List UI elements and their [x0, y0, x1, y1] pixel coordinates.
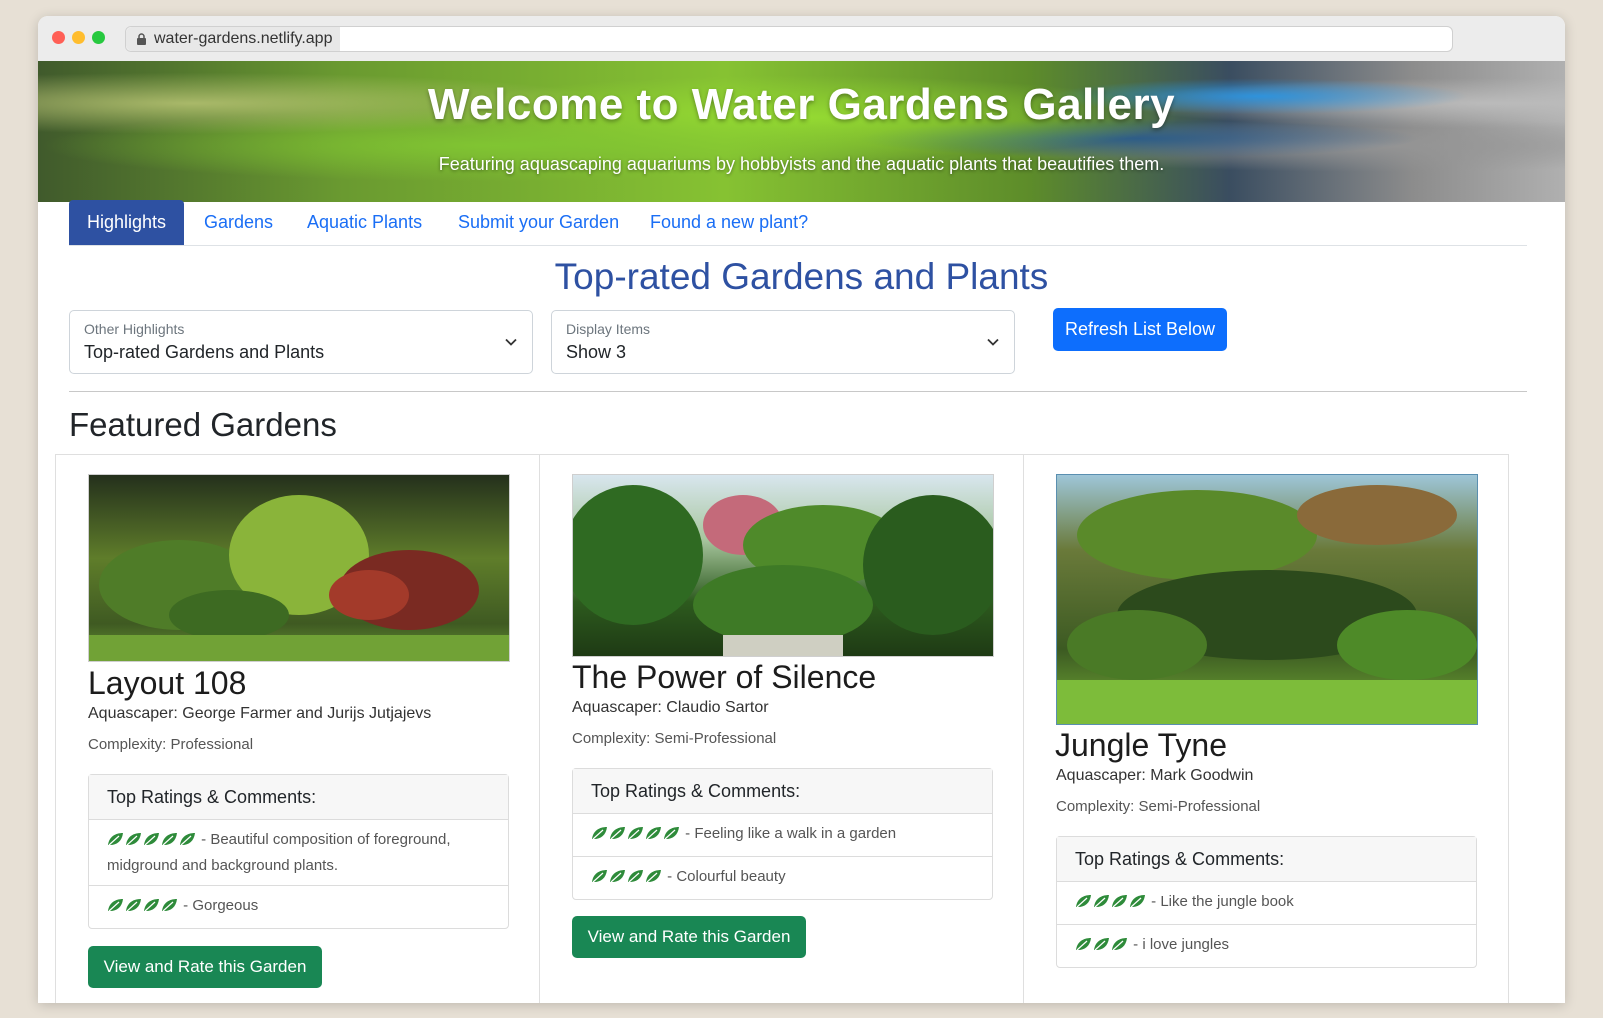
view-rate-garden-button[interactable]: View and Rate this Garden: [572, 916, 806, 958]
hero-banner: Welcome to Water Gardens Gallery Featuri…: [38, 61, 1565, 202]
garden-image[interactable]: [1056, 474, 1478, 725]
leaf-icon: [108, 899, 123, 912]
leaf-icon: [610, 870, 625, 883]
other-highlights-value: Top-rated Gardens and Plants: [84, 342, 325, 362]
leaf-icon: [180, 833, 195, 846]
leaf-rating: [1075, 893, 1147, 916]
leaf-rating: [1075, 936, 1129, 959]
browser-window: water-gardens.netlify.app Welcome to Wat…: [38, 16, 1565, 1003]
garden-complexity: Complexity: Professional: [88, 736, 254, 753]
address-bar[interactable]: water-gardens.netlify.app: [125, 26, 1453, 52]
ratings-panel: Top Ratings & Comments: - Beautiful comp…: [88, 774, 509, 929]
maximize-window-button[interactable]: [92, 31, 105, 44]
garden-title[interactable]: Layout 108: [88, 665, 246, 702]
leaf-rating: [591, 825, 681, 848]
refresh-list-button[interactable]: Refresh List Below: [1053, 308, 1227, 351]
garden-card-power-of-silence: The Power of Silence Aquascaper: Claudio…: [539, 454, 1025, 1003]
other-highlights-select[interactable]: Other Highlights Top-rated Gardens and P…: [69, 310, 533, 374]
leaf-icon: [126, 833, 141, 846]
leaf-icon: [144, 833, 159, 846]
leaf-rating: [107, 897, 179, 920]
minimize-window-button[interactable]: [72, 31, 85, 44]
rating-comment: - Gorgeous: [183, 897, 259, 914]
chevron-down-icon: [505, 338, 517, 346]
garden-title[interactable]: The Power of Silence: [572, 659, 876, 696]
leaf-icon: [162, 899, 177, 912]
chevron-down-icon: [987, 338, 999, 346]
leaf-icon: [1094, 938, 1109, 951]
ratings-header: Top Ratings & Comments:: [1057, 837, 1476, 882]
garden-complexity: Complexity: Semi-Professional: [1056, 798, 1261, 815]
nav-tabs: Highlights Gardens Aquatic Plants Submit…: [69, 200, 1527, 246]
page-title: Top-rated Gardens and Plants: [554, 256, 1049, 297]
rating-item: - Feeling like a walk in a garden: [573, 814, 992, 857]
leaf-icon: [144, 899, 159, 912]
ratings-panel: Top Ratings & Comments: - Like the jungl…: [1056, 836, 1477, 968]
leaf-icon: [664, 827, 679, 840]
rating-item: - i love jungles: [1057, 925, 1476, 967]
leaf-icon: [646, 870, 661, 883]
rating-item: - Colourful beauty: [573, 857, 992, 899]
leaf-rating: [107, 831, 197, 854]
leaf-icon: [162, 833, 177, 846]
rating-comment: - i love jungles: [1133, 936, 1230, 953]
leaf-icon: [592, 870, 607, 883]
display-items-select[interactable]: Display Items Show 3: [551, 310, 1015, 374]
leaf-icon: [592, 827, 607, 840]
leaf-icon: [1094, 895, 1109, 908]
hero-subtitle: Featuring aquascaping aquariums by hobby…: [438, 154, 1165, 174]
rating-comment: - Feeling like a walk in a garden: [685, 825, 897, 842]
leaf-rating: [591, 868, 663, 891]
divider: [69, 391, 1527, 392]
hero-title: Welcome to Water Gardens Gallery: [427, 80, 1176, 129]
tab-highlights[interactable]: Highlights: [69, 200, 185, 245]
close-window-button[interactable]: [52, 31, 65, 44]
leaf-icon: [1112, 895, 1127, 908]
garden-image[interactable]: [88, 474, 510, 662]
display-items-label: Display Items: [566, 321, 651, 337]
tab-submit-garden[interactable]: Submit your Garden: [440, 200, 637, 245]
leaf-icon: [1112, 938, 1127, 951]
rating-item: - Beautiful composition of foreground, m…: [89, 820, 508, 886]
tab-gardens[interactable]: Gardens: [186, 200, 291, 245]
garden-complexity: Complexity: Semi-Professional: [572, 730, 777, 747]
leaf-icon: [610, 827, 625, 840]
display-items-value: Show 3: [566, 342, 627, 362]
lock-icon: [137, 33, 146, 45]
rating-comment: - Like the jungle book: [1151, 893, 1294, 910]
leaf-icon: [1076, 895, 1091, 908]
ratings-header: Top Ratings & Comments:: [573, 769, 992, 814]
garden-image[interactable]: [572, 474, 994, 657]
leaf-icon: [1076, 938, 1091, 951]
rating-item: - Like the jungle book: [1057, 882, 1476, 925]
ratings-header: Top Ratings & Comments:: [89, 775, 508, 820]
garden-card-jungle-tyne: Jungle Tyne Aquascaper: Mark Goodwin Com…: [1023, 454, 1509, 1003]
leaf-icon: [126, 899, 141, 912]
featured-gardens-heading: Featured Gardens: [69, 406, 337, 443]
leaf-icon: [628, 827, 643, 840]
garden-aquascaper: Aquascaper: Mark Goodwin: [1056, 767, 1254, 784]
garden-title[interactable]: Jungle Tyne: [1055, 727, 1227, 764]
view-rate-garden-button[interactable]: View and Rate this Garden: [88, 946, 322, 988]
tab-aquatic-plants[interactable]: Aquatic Plants: [289, 200, 440, 245]
tab-found-new-plant[interactable]: Found a new plant?: [632, 200, 826, 245]
leaf-icon: [646, 827, 661, 840]
browser-chrome: water-gardens.netlify.app: [38, 16, 1565, 62]
leaf-icon: [628, 870, 643, 883]
url-text: water-gardens.netlify.app: [154, 30, 333, 47]
garden-aquascaper: Aquascaper: Claudio Sartor: [572, 699, 769, 716]
url-display[interactable]: water-gardens.netlify.app: [126, 27, 341, 51]
rating-item: - Gorgeous: [89, 886, 508, 928]
garden-card-layout-108: Layout 108 Aquascaper: George Farmer and…: [55, 454, 541, 1003]
leaf-icon: [108, 833, 123, 846]
ratings-panel: Top Ratings & Comments: - Feeling like a…: [572, 768, 993, 900]
garden-aquascaper: Aquascaper: George Farmer and Jurijs Jut…: [88, 705, 432, 722]
leaf-icon: [1130, 895, 1145, 908]
other-highlights-label: Other Highlights: [84, 321, 185, 337]
rating-comment: - Colourful beauty: [667, 868, 786, 885]
